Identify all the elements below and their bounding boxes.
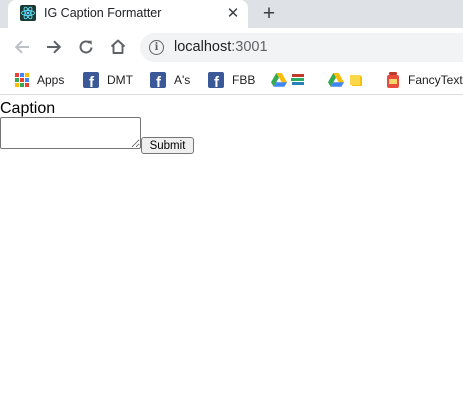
bookmark-fbb[interactable]: f FBB [208, 72, 255, 88]
react-favicon-icon [20, 5, 36, 21]
bookmark-label: FancyText [408, 73, 463, 87]
facebook-icon: f [83, 72, 99, 88]
bookmarks-bar: Apps f DMT f A's f FBB FancyText [0, 66, 463, 95]
bookmark-drive-books[interactable] [271, 72, 305, 88]
google-drive-icon [271, 73, 287, 87]
site-info-icon[interactable]: i [149, 40, 164, 55]
address-bar[interactable]: i localhost:3001 [140, 33, 463, 62]
tab-title: IG Caption Formatter [44, 6, 162, 20]
google-drive-icon [328, 73, 344, 87]
facebook-icon: f [150, 72, 166, 88]
url-host: localhost [174, 39, 232, 55]
books-icon [291, 74, 304, 85]
back-arrow-icon[interactable] [12, 37, 32, 57]
new-tab-button[interactable]: + [258, 2, 280, 25]
apps-grid-icon [15, 73, 29, 87]
bookmark-fancytext[interactable]: FancyText [386, 72, 463, 88]
bookmark-label: A's [174, 73, 191, 87]
caption-label: Caption [0, 100, 56, 117]
bookmark-label: Apps [37, 73, 65, 87]
browser-tab[interactable]: IG Caption Formatter ✕ [8, 0, 248, 28]
page-content: Caption Submit [0, 100, 463, 401]
browser-toolbar: i localhost:3001 [0, 28, 463, 66]
submit-button[interactable]: Submit [141, 137, 194, 154]
url-text: localhost:3001 [174, 39, 268, 55]
url-port: :3001 [231, 39, 268, 55]
home-icon[interactable] [108, 37, 128, 57]
facebook-icon: f [208, 72, 224, 88]
bookmark-apps[interactable]: Apps [15, 72, 64, 88]
reload-icon[interactable] [76, 37, 96, 57]
close-tab-icon[interactable]: ✕ [224, 4, 242, 22]
forward-arrow-icon[interactable] [44, 37, 64, 57]
sticky-note-icon [350, 75, 362, 86]
caption-textarea[interactable] [0, 117, 141, 149]
fancytext-icon [387, 72, 399, 88]
bookmark-label: FBB [232, 73, 256, 87]
bookmark-drive-note[interactable] [328, 72, 363, 88]
bookmark-label: DMT [107, 73, 133, 87]
bookmark-dmt[interactable]: f DMT [83, 72, 133, 88]
bookmark-as[interactable]: f A's [150, 72, 190, 88]
tab-strip: IG Caption Formatter ✕ + [0, 0, 463, 28]
